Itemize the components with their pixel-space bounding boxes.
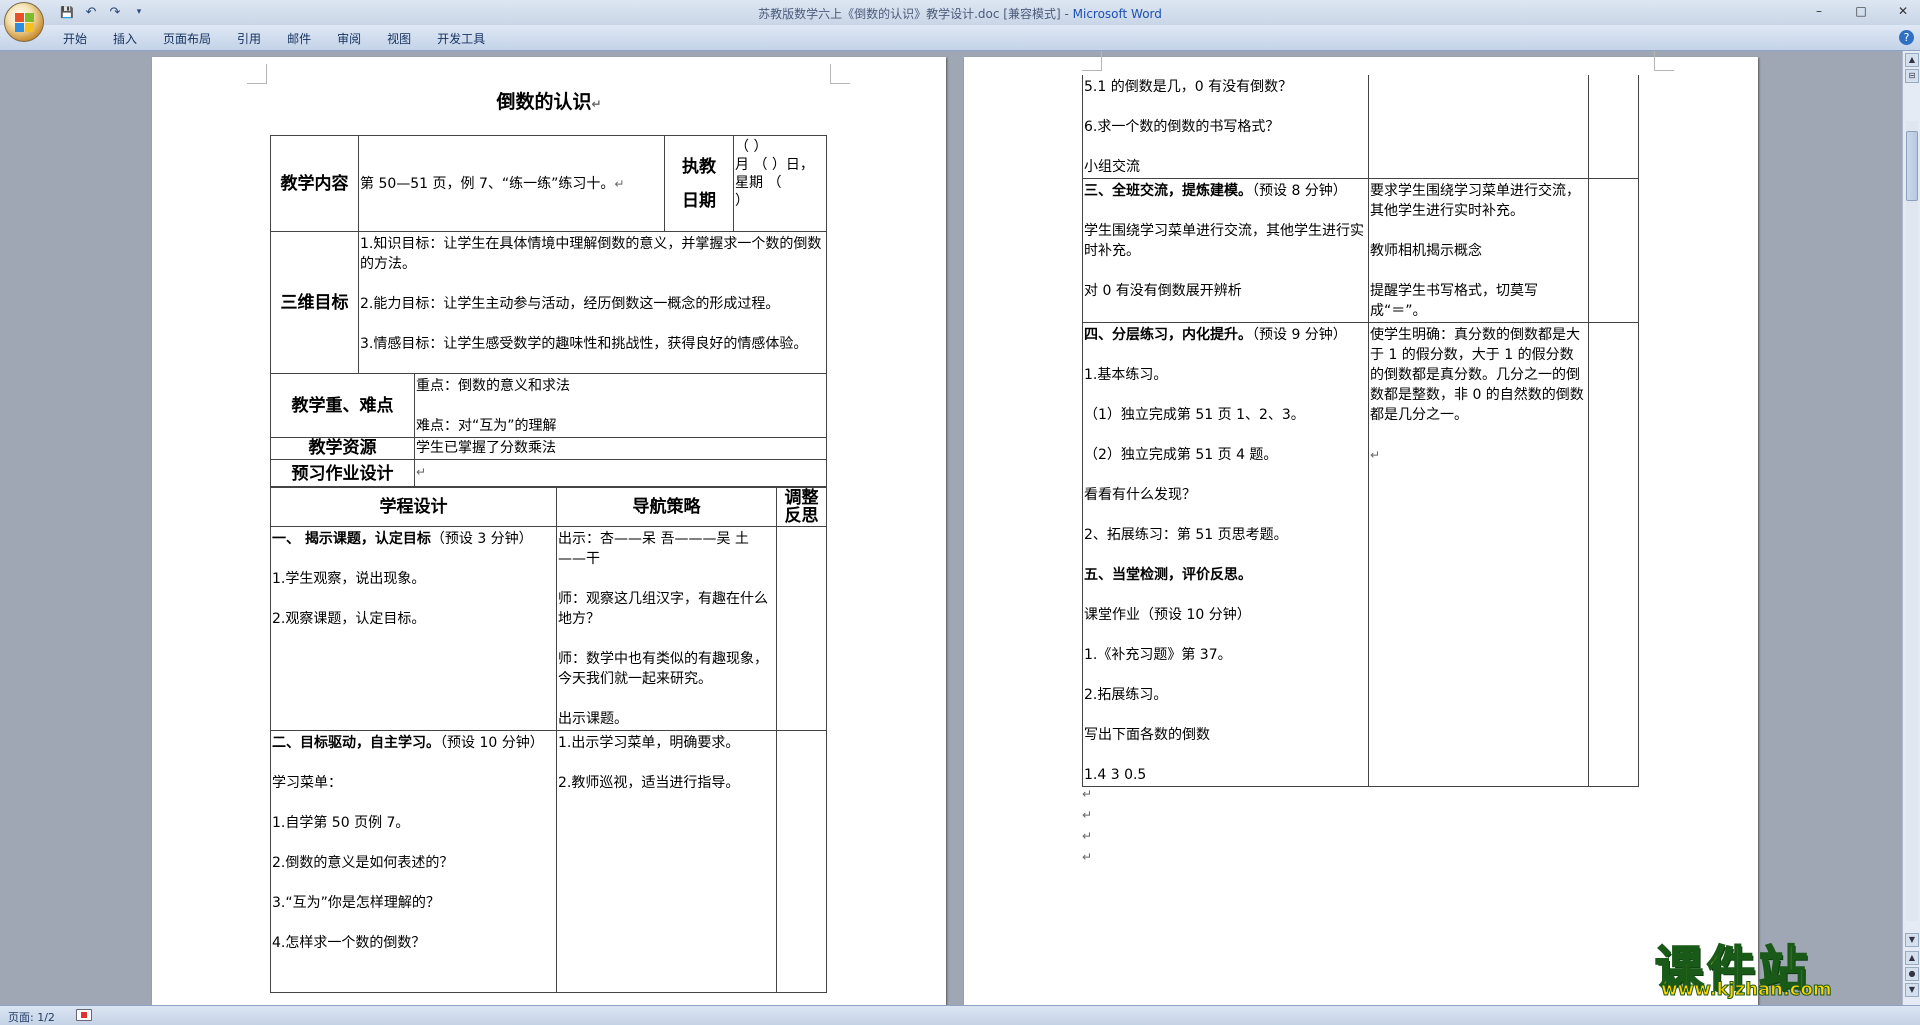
key-points-label: 教学重、难点 [270,373,415,438]
step4-reflection [1588,322,1639,787]
step2-reflection [776,730,827,993]
resource-cell: 学生已掌握了分数乘法 [414,437,827,460]
resource-label: 教学资源 [270,437,415,460]
step2-strategy: 1.出示学习菜单，明确要求。 2.教师巡视，适当进行指导。 [556,730,777,993]
watermark-logo: 课件站 www.kjzhan.com [1654,929,1900,1001]
step3-design: 三、全班交流，提炼建模。（预设 8 分钟） 学生围绕学习菜单进行交流，其他学生进… [1082,178,1369,323]
crop-mark [1082,51,1102,71]
window-title: 苏教版数学六上《倒数的认识》教学设计.doc [兼容模式] - Microsof… [0,5,1920,22]
date-label: 执教 日期 [664,135,734,232]
content-label: 教学内容 [270,135,359,232]
crop-mark [830,64,850,84]
window-controls: – □ ✕ [1808,2,1914,20]
step1-design: 一、 揭示课题，认定目标（预设 3 分钟） 1.学生观察，说出现象。 2.观察课… [270,526,557,731]
trailing-paragraph-marks: ↵ ↵ ↵ ↵ [1082,787,1093,864]
document-title: 倒数的认识↵ [496,91,602,113]
step2-design: 二、目标驱动，自主学习。（预设 10 分钟） 学习菜单： 1.自学第 50 页例… [270,730,557,993]
tab-mailings[interactable]: 邮件 [274,30,324,48]
step3-strategy: 要求学生围绕学习菜单进行交流，其他学生进行实时补充。 教师相机揭示概念 提醒学生… [1368,178,1589,323]
document-name: 苏教版数学六上《倒数的认识》教学设计.doc [兼容模式] [758,7,1061,21]
header-learning-design: 学程设计 [270,486,557,527]
lesson-info-table: 教学内容 第 50—51 页，例 7、“练一练”练习十。↵ 执教 日期 （ ）月 … [270,135,827,488]
title-bar: 💾 ↶ ↷ ▾ 苏教版数学六上《倒数的认识》教学设计.doc [兼容模式] - … [0,0,1920,25]
step2-reflection-continued [1588,75,1639,179]
step1-strategy: 出示：杏——呆 吾———吴 土——干 师：观察这几组汉字，有趣在什么地方？ 师：… [556,526,777,731]
office-button[interactable] [4,2,44,42]
proofing-icon[interactable] [76,1009,92,1021]
ribbon-tabs: 开始 插入 页面布局 引用 邮件 审阅 视图 开发工具 [50,30,498,48]
app-name: Microsoft Word [1072,7,1162,21]
ribbon: 开始 插入 页面布局 引用 邮件 审阅 视图 开发工具 ? [0,25,1920,51]
tab-review[interactable]: 审阅 [324,30,374,48]
goals-cell: 1.知识目标：让学生在具体情境中理解倒数的意义，并掌握求一个数的倒数的方法。 2… [358,231,827,374]
scroll-thumb[interactable] [1906,131,1918,201]
document-page-2: 5.1 的倒数是几，0 有没有倒数？ 6.求一个数的倒数的书写格式？ 小组交流 … [964,51,1758,1005]
tab-view[interactable]: 视图 [374,30,424,48]
step2-strategy-continued [1368,75,1589,179]
minimize-button[interactable]: – [1808,2,1830,20]
key-points-cell: 重点：倒数的意义和求法 难点：对“互为”的理解 [414,373,827,438]
tab-developer[interactable]: 开发工具 [424,30,498,48]
homework-cell: ↵ [414,459,827,488]
content-cell: 第 50—51 页，例 7、“练一练”练习十。↵ [358,135,665,232]
vertical-scrollbar[interactable]: ▲ ⊟ ▼ ▲ ● ▼ [1902,51,1920,1005]
previous-page-icon[interactable]: ▲ [1905,951,1919,965]
tab-page-layout[interactable]: 页面布局 [150,30,224,48]
crop-mark [247,64,267,84]
watermark-url: www.kjzhan.com [1661,979,1833,1001]
step4-design: 四、分层练习，内化提升。（预设 9 分钟） 1.基本练习。 （1）独立完成第 5… [1082,322,1369,787]
page-count[interactable]: 页面: 1/2 [8,1009,55,1025]
help-icon[interactable]: ? [1899,30,1914,45]
tab-references[interactable]: 引用 [224,30,274,48]
scroll-track[interactable] [1906,121,1918,921]
step3-reflection [1588,178,1639,323]
homework-label: 预习作业设计 [270,459,415,488]
crop-mark [1654,51,1674,71]
lesson-process-table-continued: 5.1 的倒数是几，0 有没有倒数？ 6.求一个数的倒数的书写格式？ 小组交流 … [1082,75,1639,787]
office-logo-icon [15,13,35,33]
next-page-icon[interactable]: ▼ [1905,983,1919,997]
date-value: （ ）月 （ ）日， 星期 （） [733,135,827,232]
scroll-up-icon[interactable]: ▲ [1905,53,1919,67]
step4-strategy: 使学生明确：真分数的倒数都是大于 1 的假分数，大于 1 的假分数的倒数都是真分… [1368,322,1589,787]
document-page-1: 倒数的认识↵ 教学内容 第 50—51 页，例 7、“练一练”练习十。↵ 执教日… [152,57,946,1005]
step1-reflection [776,526,827,731]
select-browse-object-icon[interactable]: ● [1905,967,1919,981]
ruler-toggle-icon[interactable]: ⊟ [1905,69,1919,83]
scroll-down-icon[interactable]: ▼ [1905,933,1919,947]
header-navigation-strategy: 导航策略 [556,486,777,527]
tab-insert[interactable]: 插入 [100,30,150,48]
close-button[interactable]: ✕ [1892,2,1914,20]
tab-home[interactable]: 开始 [50,30,100,48]
lesson-process-table: 学程设计 导航策略 调整反思 一、 揭示课题，认定目标（预设 3 分钟） 1.学… [270,486,827,993]
header-reflection: 调整反思 [776,486,827,527]
step2-design-continued: 5.1 的倒数是几，0 有没有倒数？ 6.求一个数的倒数的书写格式？ 小组交流 [1082,75,1369,179]
maximize-button[interactable]: □ [1850,2,1872,20]
status-bar: 页面: 1/2 [0,1005,1920,1025]
goals-label: 三维目标 [270,231,359,374]
document-workspace: 倒数的认识↵ 教学内容 第 50—51 页，例 7、“练一练”练习十。↵ 执教日… [0,51,1902,1005]
title-separator: - [1060,7,1073,21]
